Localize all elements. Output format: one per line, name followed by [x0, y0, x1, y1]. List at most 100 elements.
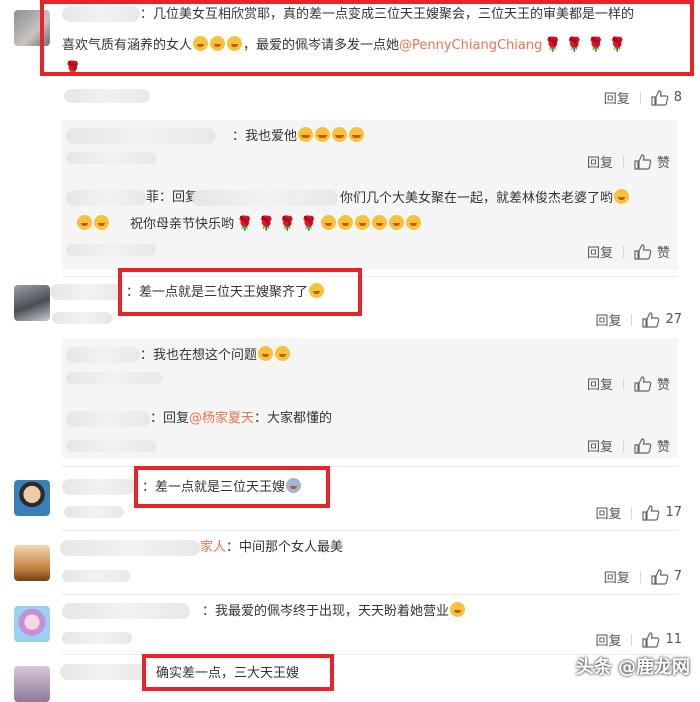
avatar[interactable] [14, 606, 50, 642]
avatar[interactable] [14, 545, 50, 581]
comment-actions: 回复 17 [595, 503, 682, 522]
laugh-emoji-icon [275, 346, 291, 361]
heart-eyes-emoji-icon [332, 127, 348, 142]
thumbs-up-icon [634, 243, 652, 260]
like-count: 8 [673, 90, 682, 105]
laugh-emoji-icon [388, 215, 404, 230]
like-button[interactable]: 27 [642, 311, 682, 328]
like-button[interactable]: 8 [651, 89, 682, 106]
like-count: 17 [665, 505, 682, 520]
divider [62, 530, 678, 531]
laugh-emoji-icon [258, 346, 274, 361]
thumbs-up-icon [642, 631, 660, 648]
avatar[interactable] [14, 666, 50, 702]
avatar[interactable] [14, 480, 50, 516]
like-label: 赞 [656, 440, 670, 455]
divider [622, 377, 624, 390]
reply-button[interactable]: 回复 [604, 88, 630, 107]
reply-target[interactable] [192, 190, 338, 206]
username[interactable] [50, 284, 122, 300]
timestamp [66, 244, 156, 256]
like-button[interactable]: 赞 [634, 242, 670, 261]
like-label: 赞 [656, 378, 670, 393]
reply-text: 你们几个大美女聚在一起，就差林俊杰老婆了哟 [340, 189, 630, 208]
divider [631, 313, 633, 326]
reply-text: 菲：回复 [146, 189, 198, 207]
thumbs-up-icon [651, 89, 668, 106]
reply-button[interactable]: 回复 [595, 503, 621, 522]
divider [639, 570, 641, 583]
comment-text: ：我最爱的佩岑终于出现，天天盼着她营业 [202, 602, 466, 621]
reply-content: 你们几个大美女聚在一起，就差林俊杰老婆了哟 [340, 191, 614, 206]
pray-emoji-icon [450, 602, 466, 617]
divider [639, 91, 641, 104]
reply-text: ：回复@杨家夏天：大家都懂的 [150, 410, 332, 428]
timestamp [64, 89, 150, 103]
divider [62, 594, 678, 595]
comment-content: ：中间那个女人最美 [226, 540, 344, 555]
comment-actions: 回复 27 [595, 310, 682, 329]
timestamp [52, 312, 112, 324]
mention-link[interactable]: @杨家夏天 [189, 411, 254, 426]
highlight-box [142, 654, 334, 691]
username[interactable] [62, 479, 136, 495]
reply-button[interactable]: 回复 [595, 630, 621, 649]
timestamp [66, 372, 162, 384]
divider [622, 155, 624, 168]
thumbs-up-icon [651, 568, 668, 585]
rose-icon: 🌹 [300, 216, 318, 232]
like-count: 7 [673, 569, 682, 584]
reply-button[interactable]: 回复 [604, 567, 630, 586]
reply-actions: 回复 赞 [587, 436, 670, 455]
like-button[interactable]: 17 [642, 504, 682, 521]
reply-username[interactable] [66, 128, 216, 144]
thumbs-up-icon [634, 437, 652, 454]
thumbs-up-icon [634, 375, 652, 392]
divider [631, 633, 633, 646]
laugh-emoji-icon [94, 215, 109, 230]
comment-actions: 回复 7 [604, 567, 682, 586]
highlight-box [118, 268, 362, 316]
timestamp [62, 632, 132, 644]
username[interactable] [62, 603, 190, 619]
rose-icon: 🌹 [257, 216, 275, 232]
comment-content: ：我最爱的佩岑终于出现，天天盼着她营业 [202, 604, 450, 619]
like-button[interactable]: 赞 [634, 374, 670, 393]
like-button[interactable]: 7 [651, 568, 682, 585]
timestamp [64, 506, 124, 518]
laugh-emoji-icon [405, 215, 421, 230]
reply-username[interactable] [66, 190, 146, 206]
rose-icon: 🌹 [278, 216, 297, 232]
timestamp [66, 440, 156, 452]
thumbs-up-icon [642, 311, 660, 328]
thumbs-up-icon [642, 504, 660, 521]
reply-button[interactable]: 回复 [587, 374, 613, 393]
username[interactable] [60, 540, 200, 556]
like-count: 27 [665, 312, 682, 327]
reply-text-line2: 祝你母亲节快乐哟 🌹 🌹 🌹 🌹 [76, 215, 422, 234]
like-button[interactable]: 赞 [634, 152, 670, 171]
comment-text: 家人：中间那个女人最美 [200, 539, 343, 557]
username[interactable] [60, 664, 146, 680]
comment-actions: 回复 11 [595, 630, 682, 649]
laugh-emoji-icon [354, 215, 370, 230]
reply-button[interactable]: 回复 [587, 242, 613, 261]
like-button[interactable]: 赞 [634, 436, 670, 455]
comment-actions: 回复 8 [604, 88, 682, 107]
laugh-emoji-icon [77, 215, 92, 230]
avatar[interactable] [14, 285, 50, 321]
reply-username[interactable] [66, 347, 140, 363]
reply-button[interactable]: 回复 [587, 436, 613, 455]
like-button[interactable]: 11 [642, 631, 682, 648]
reply-button[interactable]: 回复 [587, 152, 613, 171]
thumbs-up-icon [634, 153, 652, 170]
reply-content: ：大家都懂的 [254, 411, 333, 426]
divider [622, 439, 624, 452]
heart-eyes-emoji-icon [315, 127, 331, 142]
reply-username[interactable] [66, 411, 150, 427]
reply-button[interactable]: 回复 [595, 310, 621, 329]
clap-emoji-icon [337, 215, 353, 230]
reply-author: 菲 [146, 190, 160, 205]
heart-eyes-emoji-icon [298, 127, 314, 142]
reply-prefix: ：回复 [150, 411, 190, 426]
